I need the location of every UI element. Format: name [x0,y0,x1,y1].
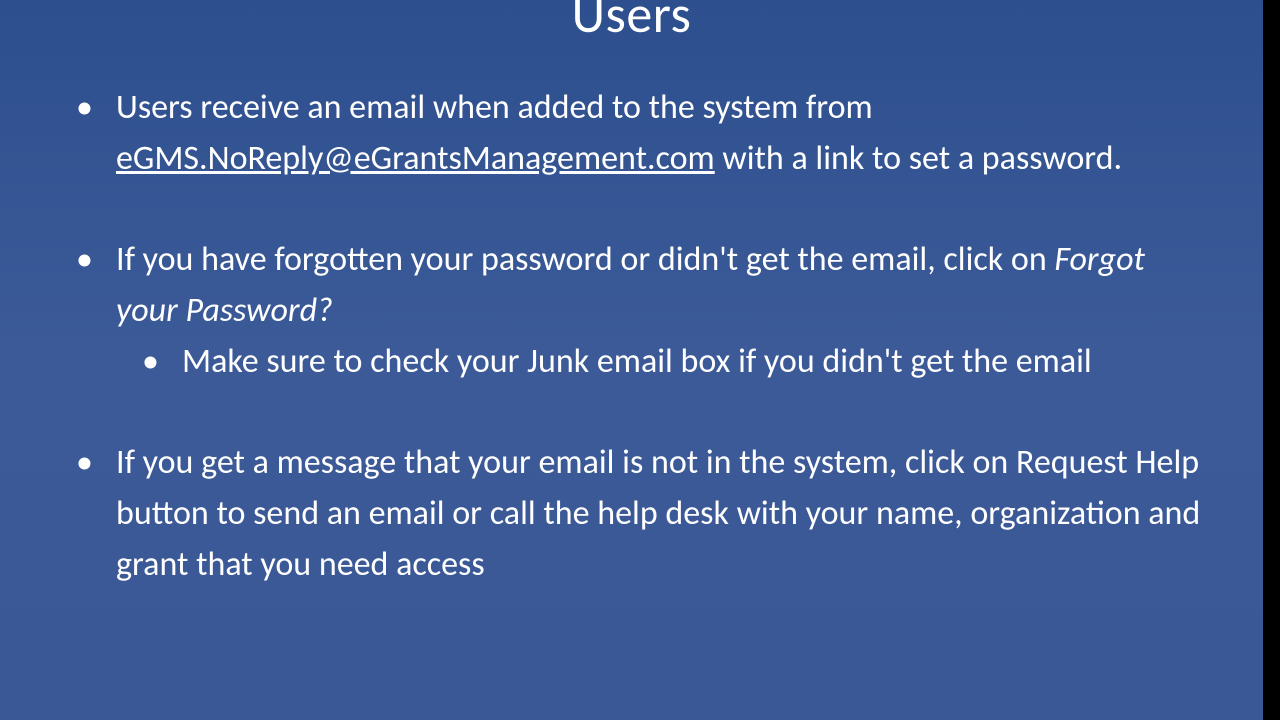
bullet-2: If you have forgotten your password or d… [68,234,1203,387]
slide-title: Users [0,0,1263,46]
bullet-1-text-pre: Users receive an email when added to the… [116,87,873,128]
bullet-2-sublist: Make sure to check your Junk email box i… [134,336,1203,387]
bullet-3-text: If you get a message that your email is … [116,442,1200,585]
bullet-1-text-post: with a link to set a password. [715,138,1122,179]
bullet-2-text-pre: If you have forgotten your password or d… [116,239,1054,280]
bullet-2-sub-1-text: Make sure to check your Junk email box i… [182,341,1092,382]
bullet-list: Users receive an email when added to the… [68,82,1203,590]
bullet-2-sub-1: Make sure to check your Junk email box i… [134,336,1203,387]
slide-content: Users receive an email when added to the… [68,82,1203,640]
bullet-1: Users receive an email when added to the… [68,82,1203,184]
bullet-1-email-link[interactable]: eGMS.NoReply@eGrantsManagement.com [116,138,715,179]
bullet-3: If you get a message that your email is … [68,437,1203,590]
slide: Users Users receive an email when added … [0,0,1263,720]
